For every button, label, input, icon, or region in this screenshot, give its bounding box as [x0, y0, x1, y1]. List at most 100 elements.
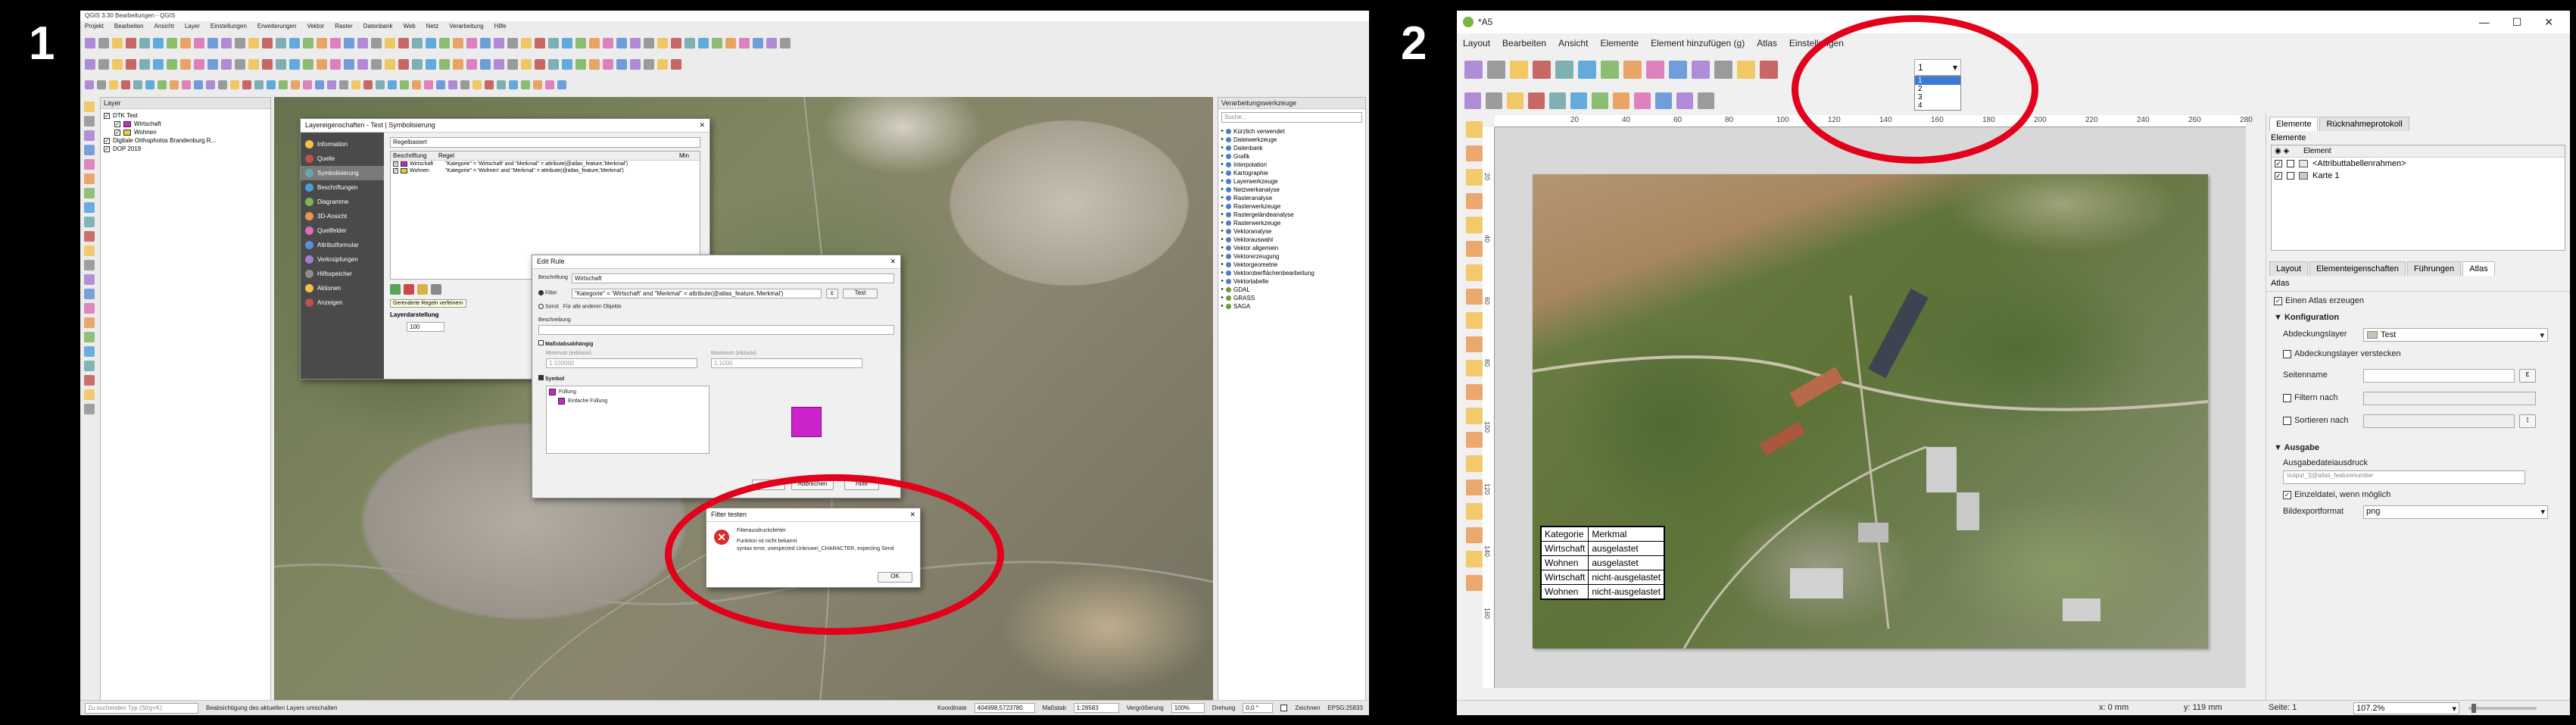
tool-icon-30[interactable]	[494, 38, 504, 48]
nav-item-9[interactable]: Hilfsspeicher	[301, 267, 384, 281]
expand-icon[interactable]: ▸	[1221, 277, 1224, 286]
tool-icon-21[interactable]	[371, 59, 382, 70]
nav-item-8[interactable]: Verknüpfungen	[301, 252, 384, 267]
tool-icon-3[interactable]	[126, 38, 136, 48]
expand-icon[interactable]: ▸	[1221, 269, 1224, 277]
tool-icon-28[interactable]	[466, 59, 477, 70]
output-expression-input[interactable]: 'output_'||@atlas_featurenumber	[2283, 470, 2525, 484]
element-visible-checkbox[interactable]: ✓	[2275, 172, 2282, 180]
add-item-icon-7[interactable]	[1466, 288, 1483, 305]
tool-icon-37[interactable]	[533, 80, 542, 89]
magnifier-value[interactable]: 100%	[1171, 703, 1205, 713]
layout-tool-icon-0[interactable]	[1464, 61, 1483, 79]
max-scale-input[interactable]: 1:1000	[711, 358, 862, 368]
tab-layout[interactable]: Layout	[2269, 261, 2309, 276]
tool-icon-18[interactable]	[303, 80, 312, 89]
tool-icon-18[interactable]	[330, 59, 341, 70]
nav-item-0[interactable]: Information	[301, 137, 384, 152]
expand-icon[interactable]: ▸	[1221, 261, 1224, 269]
edit-tool-icon-10[interactable]	[84, 245, 95, 256]
tool-icon-6[interactable]	[167, 59, 177, 70]
tool-icon-19[interactable]	[315, 80, 324, 89]
menu-item-3[interactable]: Layer	[185, 23, 200, 30]
layout-tool-icon-11[interactable]	[1698, 92, 1714, 109]
layer-rendering-heading[interactable]: Layerdarstellung	[390, 311, 438, 318]
edit-tool-icon-20[interactable]	[84, 389, 95, 400]
page-name-select[interactable]	[2363, 369, 2515, 383]
locator-search-input[interactable]: Zu suchenden Typ (Strg+K)	[85, 702, 198, 714]
tool-icon-4[interactable]	[139, 38, 150, 48]
tool-icon-16[interactable]	[303, 59, 313, 70]
renderer-select[interactable]: Regelbasiert	[390, 137, 700, 148]
menu-item-1[interactable]: Bearbeiten	[1502, 38, 1546, 48]
edit-tool-icon-18[interactable]	[84, 361, 95, 371]
tool-icon-17[interactable]	[317, 38, 327, 48]
expand-icon[interactable]: ▸	[1221, 194, 1224, 202]
edit-tool-icon-8[interactable]	[84, 217, 95, 227]
nav-item-6[interactable]: Quellfelder	[301, 223, 384, 238]
layout-tool-icon-9[interactable]	[1669, 61, 1687, 79]
tool-icon-20[interactable]	[357, 59, 368, 70]
tool-icon-40[interactable]	[630, 59, 641, 70]
add-rule-icon[interactable]	[390, 284, 401, 295]
toolbox-item[interactable]: ▸ Rastergeländeanalyse	[1221, 211, 1362, 219]
tool-icon-27[interactable]	[453, 59, 463, 70]
tool-icon-29[interactable]	[480, 59, 491, 70]
edit-tool-icon-7[interactable]	[84, 202, 95, 213]
crs-button[interactable]: EPSG:25833	[1327, 705, 1363, 711]
add-item-icon-13[interactable]	[1466, 431, 1483, 448]
tool-icon-14[interactable]	[276, 38, 286, 48]
opacity-value[interactable]: 100	[407, 322, 444, 332]
edit-tool-icon-14[interactable]	[84, 303, 95, 314]
edit-tool-icon-1[interactable]	[84, 116, 95, 127]
symbol-checkbox[interactable]	[538, 375, 544, 380]
edit-tool-icon-21[interactable]	[84, 404, 95, 414]
add-item-icon-11[interactable]	[1466, 383, 1483, 400]
tool-icon-13[interactable]	[262, 59, 273, 70]
expand-icon[interactable]: ▸	[1221, 127, 1224, 136]
toolbox-item[interactable]: ▸ Vektortabelle	[1221, 277, 1362, 286]
tool-icon-24[interactable]	[376, 80, 385, 89]
element-visible-checkbox[interactable]: ✓	[2275, 160, 2282, 167]
toolbox-item[interactable]: ▸ GDAL	[1221, 286, 1362, 294]
toolbox-item[interactable]: ▸ Vektoroberflächenbearbeitung	[1221, 269, 1362, 277]
tool-icon-26[interactable]	[439, 38, 450, 48]
tool-icon-32[interactable]	[472, 80, 482, 89]
tool-icon-42[interactable]	[657, 38, 668, 48]
add-item-icon-17[interactable]	[1466, 527, 1483, 543]
tool-icon-30[interactable]	[494, 59, 504, 70]
expand-icon[interactable]: ▸	[1221, 211, 1224, 219]
rule-label-input[interactable]: Wirtschaft	[572, 273, 894, 283]
tool-icon-11[interactable]	[235, 38, 245, 48]
test-button[interactable]: Test	[843, 289, 878, 298]
tool-icon-10[interactable]	[221, 38, 232, 48]
tool-icon-26[interactable]	[439, 59, 450, 70]
tool-icon-34[interactable]	[548, 59, 559, 70]
tool-icon-13[interactable]	[242, 80, 251, 89]
menu-item-12[interactable]: Hilfe	[494, 23, 507, 30]
tool-icon-2[interactable]	[109, 80, 118, 89]
tool-icon-31[interactable]	[507, 59, 518, 70]
element-row[interactable]: ✓ Karte 1	[2272, 170, 2565, 182]
tool-icon-1[interactable]	[97, 80, 106, 89]
chevron-down-icon[interactable]: ▾	[2540, 507, 2545, 517]
tool-icon-29[interactable]	[436, 80, 445, 89]
toolbox-item[interactable]: ▸ Netzwerkanalyse	[1221, 186, 1362, 194]
tool-icon-5[interactable]	[145, 80, 154, 89]
tool-icon-31[interactable]	[460, 80, 469, 89]
expand-icon[interactable]: ▸	[1221, 161, 1224, 169]
else-radio[interactable]	[538, 304, 544, 309]
tool-icon-38[interactable]	[545, 80, 554, 89]
tool-icon-17[interactable]	[317, 59, 327, 70]
tool-icon-8[interactable]	[194, 38, 204, 48]
tool-icon-33[interactable]	[485, 80, 494, 89]
expand-icon[interactable]: ▸	[1221, 219, 1224, 227]
add-item-icon-5[interactable]	[1466, 240, 1483, 257]
toolbox-item[interactable]: ▸ SAGA	[1221, 302, 1362, 311]
tool-icon-44[interactable]	[685, 38, 695, 48]
tool-icon-2[interactable]	[112, 59, 123, 70]
rule-checkbox[interactable]: ✓	[393, 168, 398, 173]
menu-item-4[interactable]: Element hinzufügen (g)	[1651, 38, 1745, 48]
close-icon[interactable]: ✕	[890, 258, 896, 266]
page-name-expression-button[interactable]: ε	[2519, 369, 2536, 383]
